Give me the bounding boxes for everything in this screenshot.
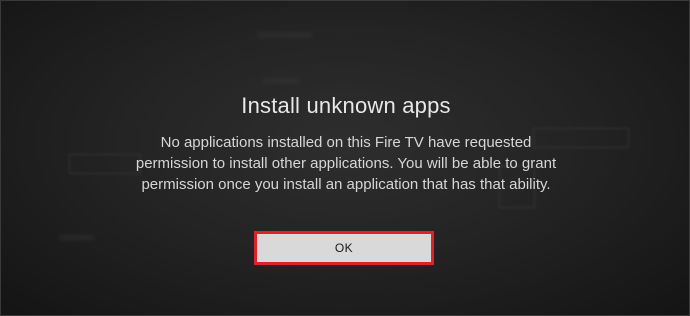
fire-tv-screen: ▪▪▪▪▪▪▪▪▪▪▪▪ ▪▪▪▪▪▪▪▪ ▪▪▪▪▪▪▪ Install un… bbox=[0, 0, 690, 316]
dialog-title: Install unknown apps bbox=[241, 93, 451, 118]
install-unknown-apps-dialog: Install unknown apps No applications ins… bbox=[1, 1, 689, 315]
dialog-message: No applications installed on this Fire T… bbox=[135, 134, 557, 193]
ok-button[interactable]: OK bbox=[254, 231, 434, 265]
